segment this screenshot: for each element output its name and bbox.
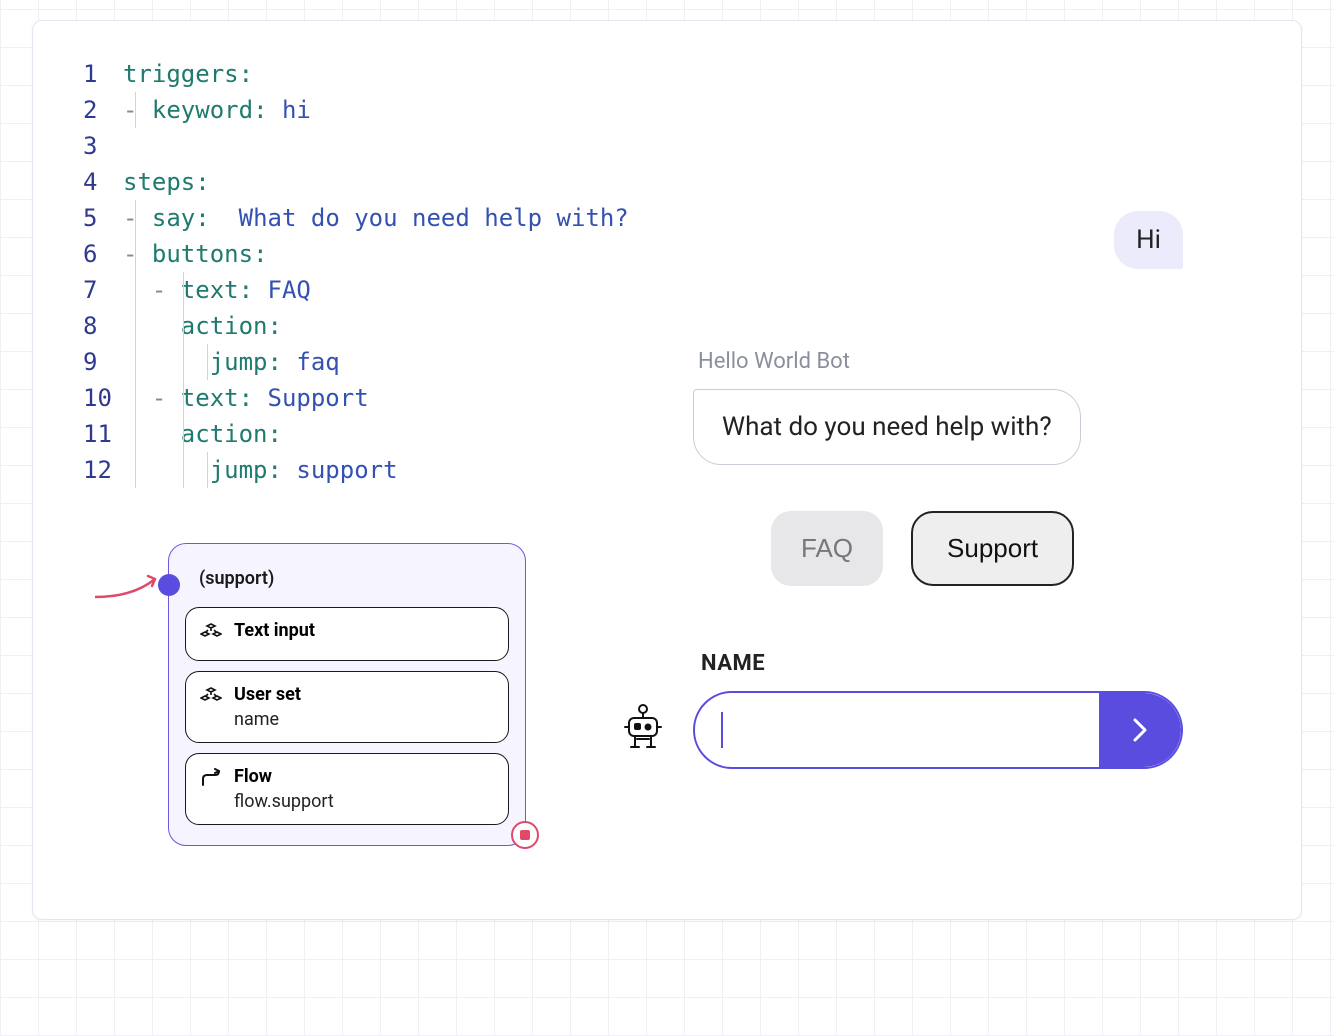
node-title: (support)	[185, 562, 509, 603]
faq-button[interactable]: FAQ	[771, 511, 883, 586]
code-content: - say: What do you need help with?	[123, 200, 629, 236]
code-content: jump: support	[123, 452, 398, 488]
bot-message-bubble: What do you need help with?	[693, 389, 1081, 465]
connection-arrow-icon	[93, 571, 168, 601]
step-label: User set	[234, 684, 301, 705]
canvas-card: 1triggers:2- keyword: hi34steps:5- say: …	[32, 20, 1302, 920]
code-line[interactable]: 4steps:	[83, 164, 629, 200]
code-line[interactable]: 9 jump: faq	[83, 344, 629, 380]
line-number: 10	[83, 380, 123, 416]
step-sub: flow.support	[234, 791, 334, 812]
input-prompt-label: NAME	[701, 651, 765, 676]
stop-icon[interactable]	[511, 821, 539, 849]
text-input-wrap	[693, 691, 1183, 769]
code-content: - text: Support	[123, 380, 369, 416]
support-button[interactable]: Support	[911, 511, 1074, 586]
line-number: 8	[83, 308, 123, 344]
step-label: Text input	[234, 620, 315, 641]
code-line[interactable]: 2- keyword: hi	[83, 92, 629, 128]
line-number: 3	[83, 128, 123, 164]
code-content: - buttons:	[123, 236, 268, 272]
node-input-handle[interactable]	[158, 574, 180, 596]
line-number: 12	[83, 452, 123, 488]
chevron-right-icon	[1126, 716, 1154, 744]
code-line[interactable]: 8 action:	[83, 308, 629, 344]
code-line[interactable]: 12 jump: support	[83, 452, 629, 488]
line-number: 1	[83, 56, 123, 92]
user-message-bubble: Hi	[1114, 211, 1183, 269]
robot-icon	[615, 701, 671, 757]
line-number: 2	[83, 92, 123, 128]
line-number: 11	[83, 416, 123, 452]
code-content: jump: faq	[123, 344, 340, 380]
step-label: Flow	[234, 766, 334, 787]
blocks-icon	[200, 622, 222, 644]
name-input[interactable]	[695, 693, 1099, 767]
step-sub: name	[234, 709, 301, 730]
code-line[interactable]: 3	[83, 128, 629, 164]
line-number: 4	[83, 164, 123, 200]
code-line[interactable]: 6- buttons:	[83, 236, 629, 272]
flow-icon	[200, 768, 222, 790]
line-number: 9	[83, 344, 123, 380]
code-line[interactable]: 11 action:	[83, 416, 629, 452]
line-number: 6	[83, 236, 123, 272]
flow-node-support[interactable]: (support) Text input User set name Flow flow…	[168, 543, 526, 846]
text-caret	[721, 712, 723, 748]
code-content: - text: FAQ	[123, 272, 311, 308]
blocks-icon	[200, 686, 222, 708]
code-line[interactable]: 7 - text: FAQ	[83, 272, 629, 308]
bot-name-label: Hello World Bot	[698, 349, 850, 374]
code-line[interactable]: 1triggers:	[83, 56, 629, 92]
code-content: triggers:	[123, 56, 253, 92]
code-content: action:	[123, 416, 282, 452]
code-line[interactable]: 5- say: What do you need help with?	[83, 200, 629, 236]
flow-step[interactable]: Text input	[185, 607, 509, 661]
line-number: 7	[83, 272, 123, 308]
code-content: - keyword: hi	[123, 92, 311, 128]
code-line[interactable]: 10 - text: Support	[83, 380, 629, 416]
line-number: 5	[83, 200, 123, 236]
send-button[interactable]	[1099, 693, 1181, 767]
flow-step[interactable]: Flow flow.support	[185, 753, 509, 825]
yaml-editor[interactable]: 1triggers:2- keyword: hi34steps:5- say: …	[83, 56, 629, 488]
code-content: action:	[123, 308, 282, 344]
flow-step[interactable]: User set name	[185, 671, 509, 743]
code-content: steps:	[123, 164, 210, 200]
